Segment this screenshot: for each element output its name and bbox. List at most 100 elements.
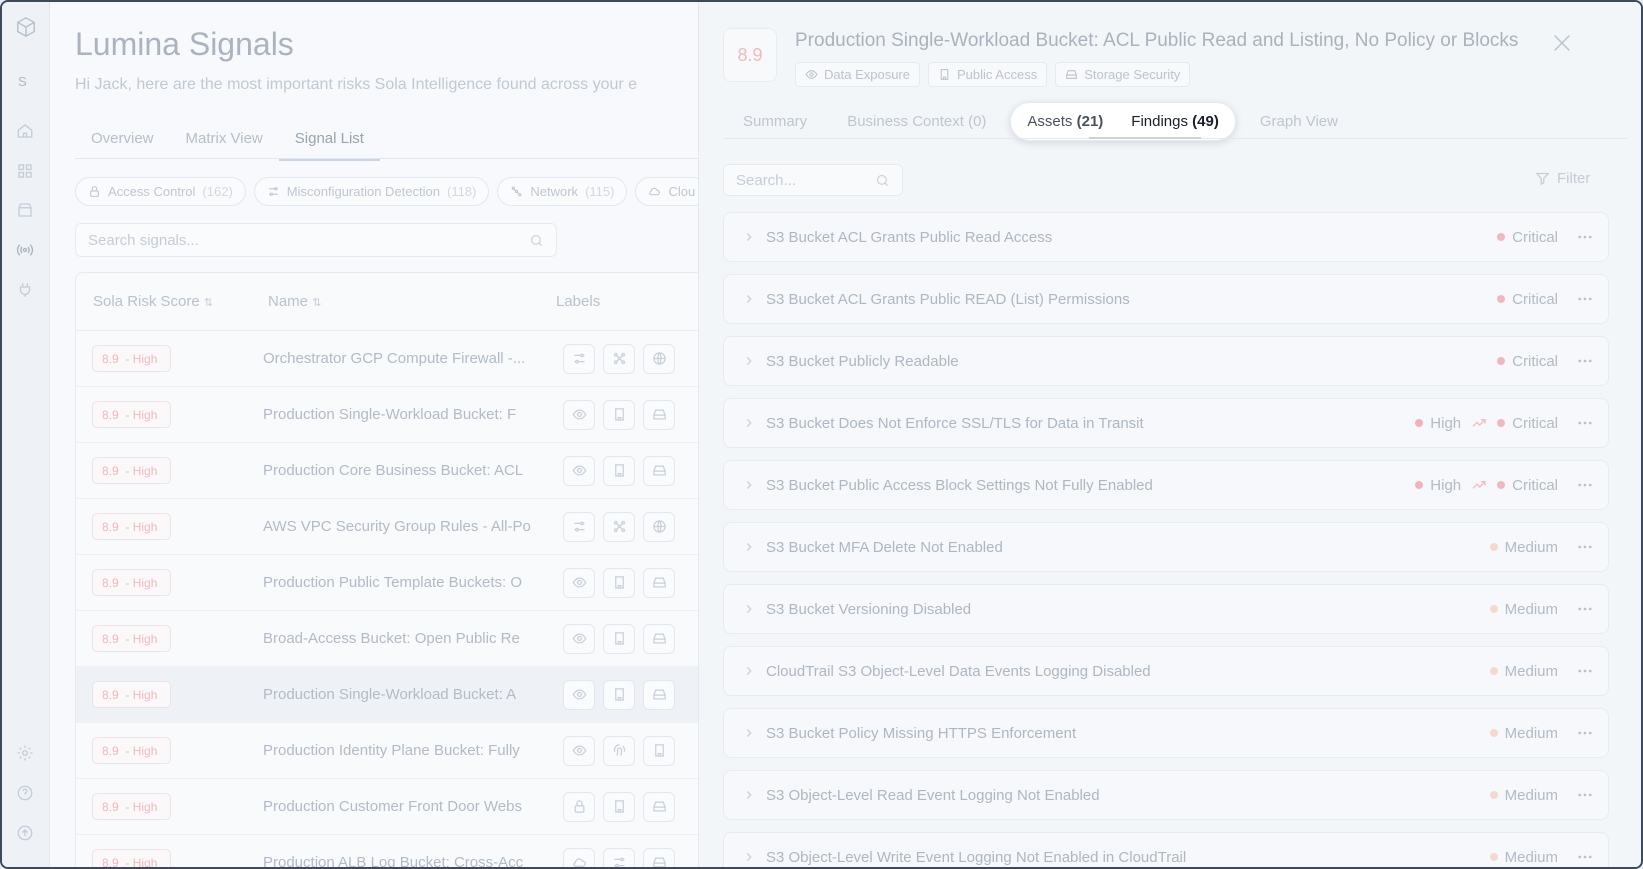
chevron-right-icon[interactable] bbox=[742, 354, 756, 368]
table-row[interactable]: 8.9 - High Production ALB Log Bucket: Cro… bbox=[76, 835, 714, 867]
finding-row[interactable]: S3 Bucket ACL Grants Public READ (List) … bbox=[723, 274, 1609, 324]
score-badge: 8.9 - High bbox=[92, 345, 171, 372]
tab-graph-view[interactable]: Graph View bbox=[1240, 105, 1358, 138]
chevron-right-icon[interactable] bbox=[742, 478, 756, 492]
avatar[interactable]: S bbox=[18, 74, 27, 89]
network-icon bbox=[512, 186, 522, 197]
table-row[interactable]: 8.9 - High AWS VPC Security Group Rules -… bbox=[76, 499, 714, 555]
store-icon[interactable] bbox=[16, 201, 34, 219]
more-options-icon[interactable] bbox=[1576, 414, 1594, 432]
filter-button[interactable]: Filter bbox=[1535, 170, 1590, 187]
chevron-right-icon[interactable] bbox=[742, 664, 756, 678]
logo-cube-icon[interactable] bbox=[15, 16, 37, 38]
more-options-icon[interactable] bbox=[1576, 228, 1594, 246]
table-row[interactable]: 8.9 - High Production Core Business Bucke… bbox=[76, 443, 714, 499]
finding-meta: Critical bbox=[1497, 290, 1594, 308]
building-icon bbox=[940, 69, 949, 80]
more-options-icon[interactable] bbox=[1576, 290, 1594, 308]
finding-row[interactable]: S3 Bucket Policy Missing HTTPS Enforceme… bbox=[723, 708, 1609, 758]
severity-dot bbox=[1497, 357, 1506, 365]
chevron-right-icon[interactable] bbox=[742, 292, 756, 306]
finding-meta: Medium bbox=[1489, 848, 1594, 866]
tab-matrix-view[interactable]: Matrix View bbox=[170, 128, 279, 161]
chip-access-control[interactable]: Access Control (162) bbox=[75, 177, 246, 206]
more-options-icon[interactable] bbox=[1576, 476, 1594, 494]
chevron-right-icon[interactable] bbox=[742, 726, 756, 740]
signal-name: Broad-Access Bucket: Open Public Re bbox=[263, 630, 520, 647]
tab-divider bbox=[75, 158, 698, 159]
row-labels bbox=[563, 511, 675, 542]
finding-row[interactable]: S3 Object-Level Write Event Logging Not … bbox=[723, 832, 1609, 867]
finding-row[interactable]: S3 Object-Level Read Event Logging Not E… bbox=[723, 770, 1609, 820]
tab-assets[interactable]: Assets (21) bbox=[1013, 105, 1117, 138]
chip-count: (162) bbox=[202, 184, 233, 199]
page-subtitle: Hi Jack, here are the most important ris… bbox=[75, 76, 638, 93]
plug-icon[interactable] bbox=[16, 281, 34, 299]
more-options-icon[interactable] bbox=[1576, 538, 1594, 556]
chevron-right-icon[interactable] bbox=[742, 602, 756, 616]
table-row[interactable]: 8.9 - High Orchestrator GCP Compute Firew… bbox=[76, 331, 714, 387]
table-row[interactable]: 8.9 - High Production Single-Workload Buc… bbox=[76, 387, 714, 443]
table-row[interactable]: 8.9 - High Production Single-Workload Buc… bbox=[76, 667, 714, 723]
close-icon[interactable] bbox=[1551, 32, 1573, 54]
finding-row[interactable]: S3 Bucket Versioning Disabled Medium bbox=[723, 584, 1609, 634]
header-score[interactable]: Sola Risk Score ⇅ bbox=[76, 293, 256, 310]
home-icon[interactable] bbox=[16, 122, 34, 140]
table-row[interactable]: 8.9 - High Production Public Template Buc… bbox=[76, 555, 714, 611]
chevron-right-icon[interactable] bbox=[742, 416, 756, 430]
tab-findings[interactable]: Findings (49) bbox=[1117, 105, 1233, 138]
finding-row[interactable]: S3 Bucket Publicly Readable Critical bbox=[723, 336, 1609, 386]
tab-signal-list[interactable]: Signal List bbox=[278, 128, 380, 161]
more-options-icon[interactable] bbox=[1576, 786, 1594, 804]
more-options-icon[interactable] bbox=[1576, 352, 1594, 370]
more-options-icon[interactable] bbox=[1576, 600, 1594, 618]
score-value: 8.9 bbox=[102, 351, 119, 366]
finding-row[interactable]: S3 Bucket ACL Grants Public Read Access C… bbox=[723, 212, 1609, 262]
severity-dot bbox=[1489, 791, 1498, 799]
score-value: 8.9 bbox=[102, 407, 119, 422]
eye-icon bbox=[563, 623, 595, 654]
tab-summary[interactable]: Summary bbox=[723, 105, 827, 138]
signals-icon[interactable] bbox=[16, 241, 34, 259]
chevron-right-icon[interactable] bbox=[742, 540, 756, 554]
severity-dot bbox=[1489, 729, 1498, 737]
score-badge: 8.9 - High bbox=[92, 849, 171, 867]
chip-network[interactable]: Network (115) bbox=[497, 177, 628, 206]
more-options-icon[interactable] bbox=[1576, 724, 1594, 742]
finding-row[interactable]: S3 Bucket MFA Delete Not Enabled Medium bbox=[723, 522, 1609, 572]
chevron-right-icon[interactable] bbox=[742, 788, 756, 802]
table-row[interactable]: 8.9 - High Production Customer Front Door… bbox=[76, 779, 714, 835]
tab-overview[interactable]: Overview bbox=[75, 128, 170, 161]
trending-up-icon bbox=[1472, 481, 1486, 489]
chip-misconfiguration-detection[interactable]: Misconfiguration Detection (118) bbox=[253, 177, 490, 206]
table-row[interactable]: 8.9 - High Production Identity Plane Buck… bbox=[76, 723, 714, 779]
category-chips: Access Control (162) Misconfiguration De… bbox=[75, 177, 709, 206]
score-value: 8.9 bbox=[102, 463, 119, 478]
finding-row[interactable]: S3 Bucket Does Not Enforce SSL/TLS for D… bbox=[723, 398, 1609, 448]
signal-tags: Data Exposure Public Access Storage Secu… bbox=[795, 62, 1191, 87]
score-level: - High bbox=[125, 519, 158, 534]
finding-meta: Medium bbox=[1489, 538, 1594, 556]
finding-row[interactable]: CloudTrail S3 Object-Level Data Events L… bbox=[723, 646, 1609, 696]
chevron-right-icon[interactable] bbox=[742, 230, 756, 244]
help-icon[interactable] bbox=[16, 784, 34, 802]
severity: Critical bbox=[1497, 477, 1558, 494]
severity: Critical bbox=[1497, 291, 1558, 308]
score-badge: 8.9 - High bbox=[92, 737, 171, 764]
severity: Critical bbox=[1497, 415, 1558, 432]
upload-icon[interactable] bbox=[16, 824, 34, 842]
finding-row[interactable]: S3 Bucket Public Access Block Settings N… bbox=[723, 460, 1609, 510]
finding-title: S3 Bucket MFA Delete Not Enabled bbox=[766, 538, 1003, 556]
settings-icon[interactable] bbox=[16, 744, 34, 762]
table-row[interactable]: 8.9 - High Broad-Access Bucket: Open Publ… bbox=[76, 611, 714, 667]
signal-name: Production Single-Workload Bucket: F bbox=[263, 406, 517, 423]
more-options-icon[interactable] bbox=[1576, 662, 1594, 680]
signals-table: Sola Risk Score ⇅ Name ⇅ Labels 8.9 - Hi… bbox=[75, 272, 715, 867]
more-options-icon[interactable] bbox=[1576, 848, 1594, 866]
chevron-right-icon[interactable] bbox=[742, 850, 756, 864]
signals-search-input[interactable] bbox=[76, 224, 556, 256]
grid-icon[interactable] bbox=[16, 162, 34, 180]
tab-business-context[interactable]: Business Context (0) bbox=[827, 105, 1006, 138]
severity-label: Medium bbox=[1504, 662, 1558, 680]
header-name[interactable]: Name ⇅ bbox=[256, 293, 556, 310]
